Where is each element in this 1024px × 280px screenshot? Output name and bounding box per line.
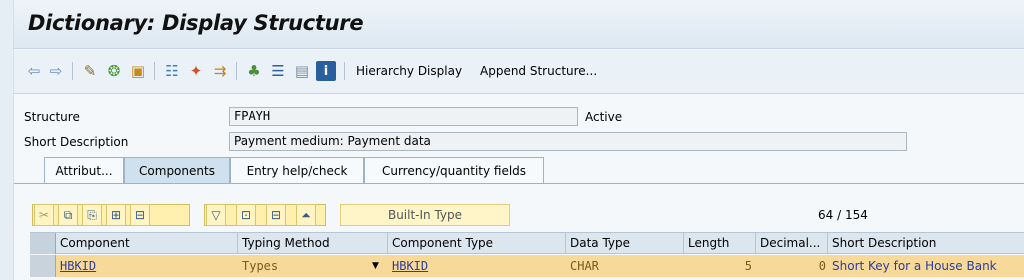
- page-title: Dictionary: Display Structure: [28, 11, 364, 35]
- column-header-length[interactable]: Length: [684, 233, 756, 254]
- table-header: Component Typing Method Component Type D…: [30, 232, 1024, 254]
- hierarchy-icon[interactable]: ♣: [244, 61, 264, 81]
- tab-entry-help-check[interactable]: Entry help/check: [230, 157, 364, 184]
- structure-field[interactable]: FPAYH: [229, 107, 578, 126]
- short-description-label: Short Description: [24, 135, 129, 149]
- table-row[interactable]: HBKID Types ▼ HBKID CHAR 5 0 Short Key f…: [30, 255, 1024, 277]
- dropdown-arrow-icon[interactable]: ▼: [372, 255, 386, 277]
- column-header-data-type[interactable]: Data Type: [566, 233, 684, 254]
- other-object-icon[interactable]: ⇉: [210, 61, 230, 81]
- structure-label: Structure: [24, 110, 80, 124]
- toolbar-separator: [72, 62, 73, 80]
- where-used-icon[interactable]: ▣: [128, 61, 148, 81]
- cell-length[interactable]: 5: [684, 255, 756, 277]
- delete-row-icon[interactable]: ⊟: [130, 204, 150, 226]
- counter-separator: /: [837, 208, 842, 222]
- status-text: Active: [585, 110, 623, 124]
- object-list-icon[interactable]: ☷: [162, 61, 182, 81]
- column-header-decimals[interactable]: Decimal...: [756, 233, 828, 254]
- column-header-component-type[interactable]: Component Type: [388, 233, 566, 254]
- cell-decimals[interactable]: 0: [756, 255, 828, 277]
- forward-arrow-icon[interactable]: ⇨: [46, 61, 66, 81]
- tab-currency-quantity-fields[interactable]: Currency/quantity fields: [364, 157, 544, 184]
- toolbar-separator: [154, 62, 155, 80]
- activate-icon[interactable]: ❂: [104, 61, 124, 81]
- cell-component[interactable]: HBKID: [56, 255, 238, 277]
- tab-attributes[interactable]: Attribut...: [44, 157, 124, 184]
- column-header-component[interactable]: Component: [56, 233, 238, 254]
- table-toolbar: ✂ ⧉ ⎘ ⊞ ⊟ ▽ ⊡ ⊟ ⏶ Built-In Type 64 / 154: [30, 204, 1024, 228]
- navigation-icon[interactable]: ✦: [186, 61, 206, 81]
- copy-icon[interactable]: ⧉: [58, 204, 78, 226]
- hierarchy-display-button[interactable]: Hierarchy Display: [356, 64, 462, 78]
- application-toolbar: ⇦ ⇨ ✎ ❂ ▣ ☷ ✦ ⇉ ♣ ☰ ▤ i Hierarchy Displa…: [14, 50, 1024, 94]
- row-counter: 64 / 154: [818, 208, 868, 222]
- builtin-type-button[interactable]: Built-In Type: [340, 204, 510, 226]
- title-bar: Dictionary: Display Structure: [14, 0, 1024, 49]
- short-description-field[interactable]: Payment medium: Payment data: [229, 132, 907, 151]
- row-selector[interactable]: [30, 255, 56, 277]
- cell-data-type[interactable]: CHAR: [566, 255, 684, 277]
- paste-icon[interactable]: ⎘: [82, 204, 102, 226]
- counter-current: 64: [818, 208, 834, 222]
- insert-row-icon[interactable]: ⊞: [106, 204, 126, 226]
- append-structure-button[interactable]: Append Structure...: [480, 64, 597, 78]
- header-form: Structure FPAYH Active Short Description…: [14, 95, 1024, 155]
- table-icon[interactable]: ☰: [268, 61, 288, 81]
- sort-icon[interactable]: ⏶: [296, 204, 316, 226]
- counter-total: 154: [844, 208, 868, 222]
- tab-strip: Attribut... Components Entry help/check …: [0, 157, 1024, 184]
- column-header-typing-method[interactable]: Typing Method: [238, 233, 388, 254]
- info-icon[interactable]: i: [316, 61, 336, 81]
- cell-component-type[interactable]: HBKID: [388, 255, 566, 277]
- collapse-icon[interactable]: ⊟: [266, 204, 286, 226]
- toolbar-separator: [344, 62, 345, 80]
- cell-short-description: Short Key for a House Bank: [832, 259, 997, 273]
- tab-components[interactable]: Components: [124, 157, 230, 184]
- cell-typing-method[interactable]: Types: [238, 255, 370, 277]
- display-change-icon[interactable]: ✎: [80, 61, 100, 81]
- tab-panel-border: [14, 183, 1024, 184]
- expand-icon[interactable]: ⊡: [236, 204, 256, 226]
- filter-icon[interactable]: ▽: [206, 204, 226, 226]
- toolbar-separator: [236, 62, 237, 80]
- layout-icon[interactable]: ▤: [292, 61, 312, 81]
- left-frame-strip: [0, 0, 14, 280]
- cut-icon[interactable]: ✂: [34, 204, 54, 226]
- select-all-cell[interactable]: [30, 233, 56, 254]
- column-header-short-description[interactable]: Short Description: [828, 233, 1024, 254]
- back-arrow-icon[interactable]: ⇦: [24, 61, 44, 81]
